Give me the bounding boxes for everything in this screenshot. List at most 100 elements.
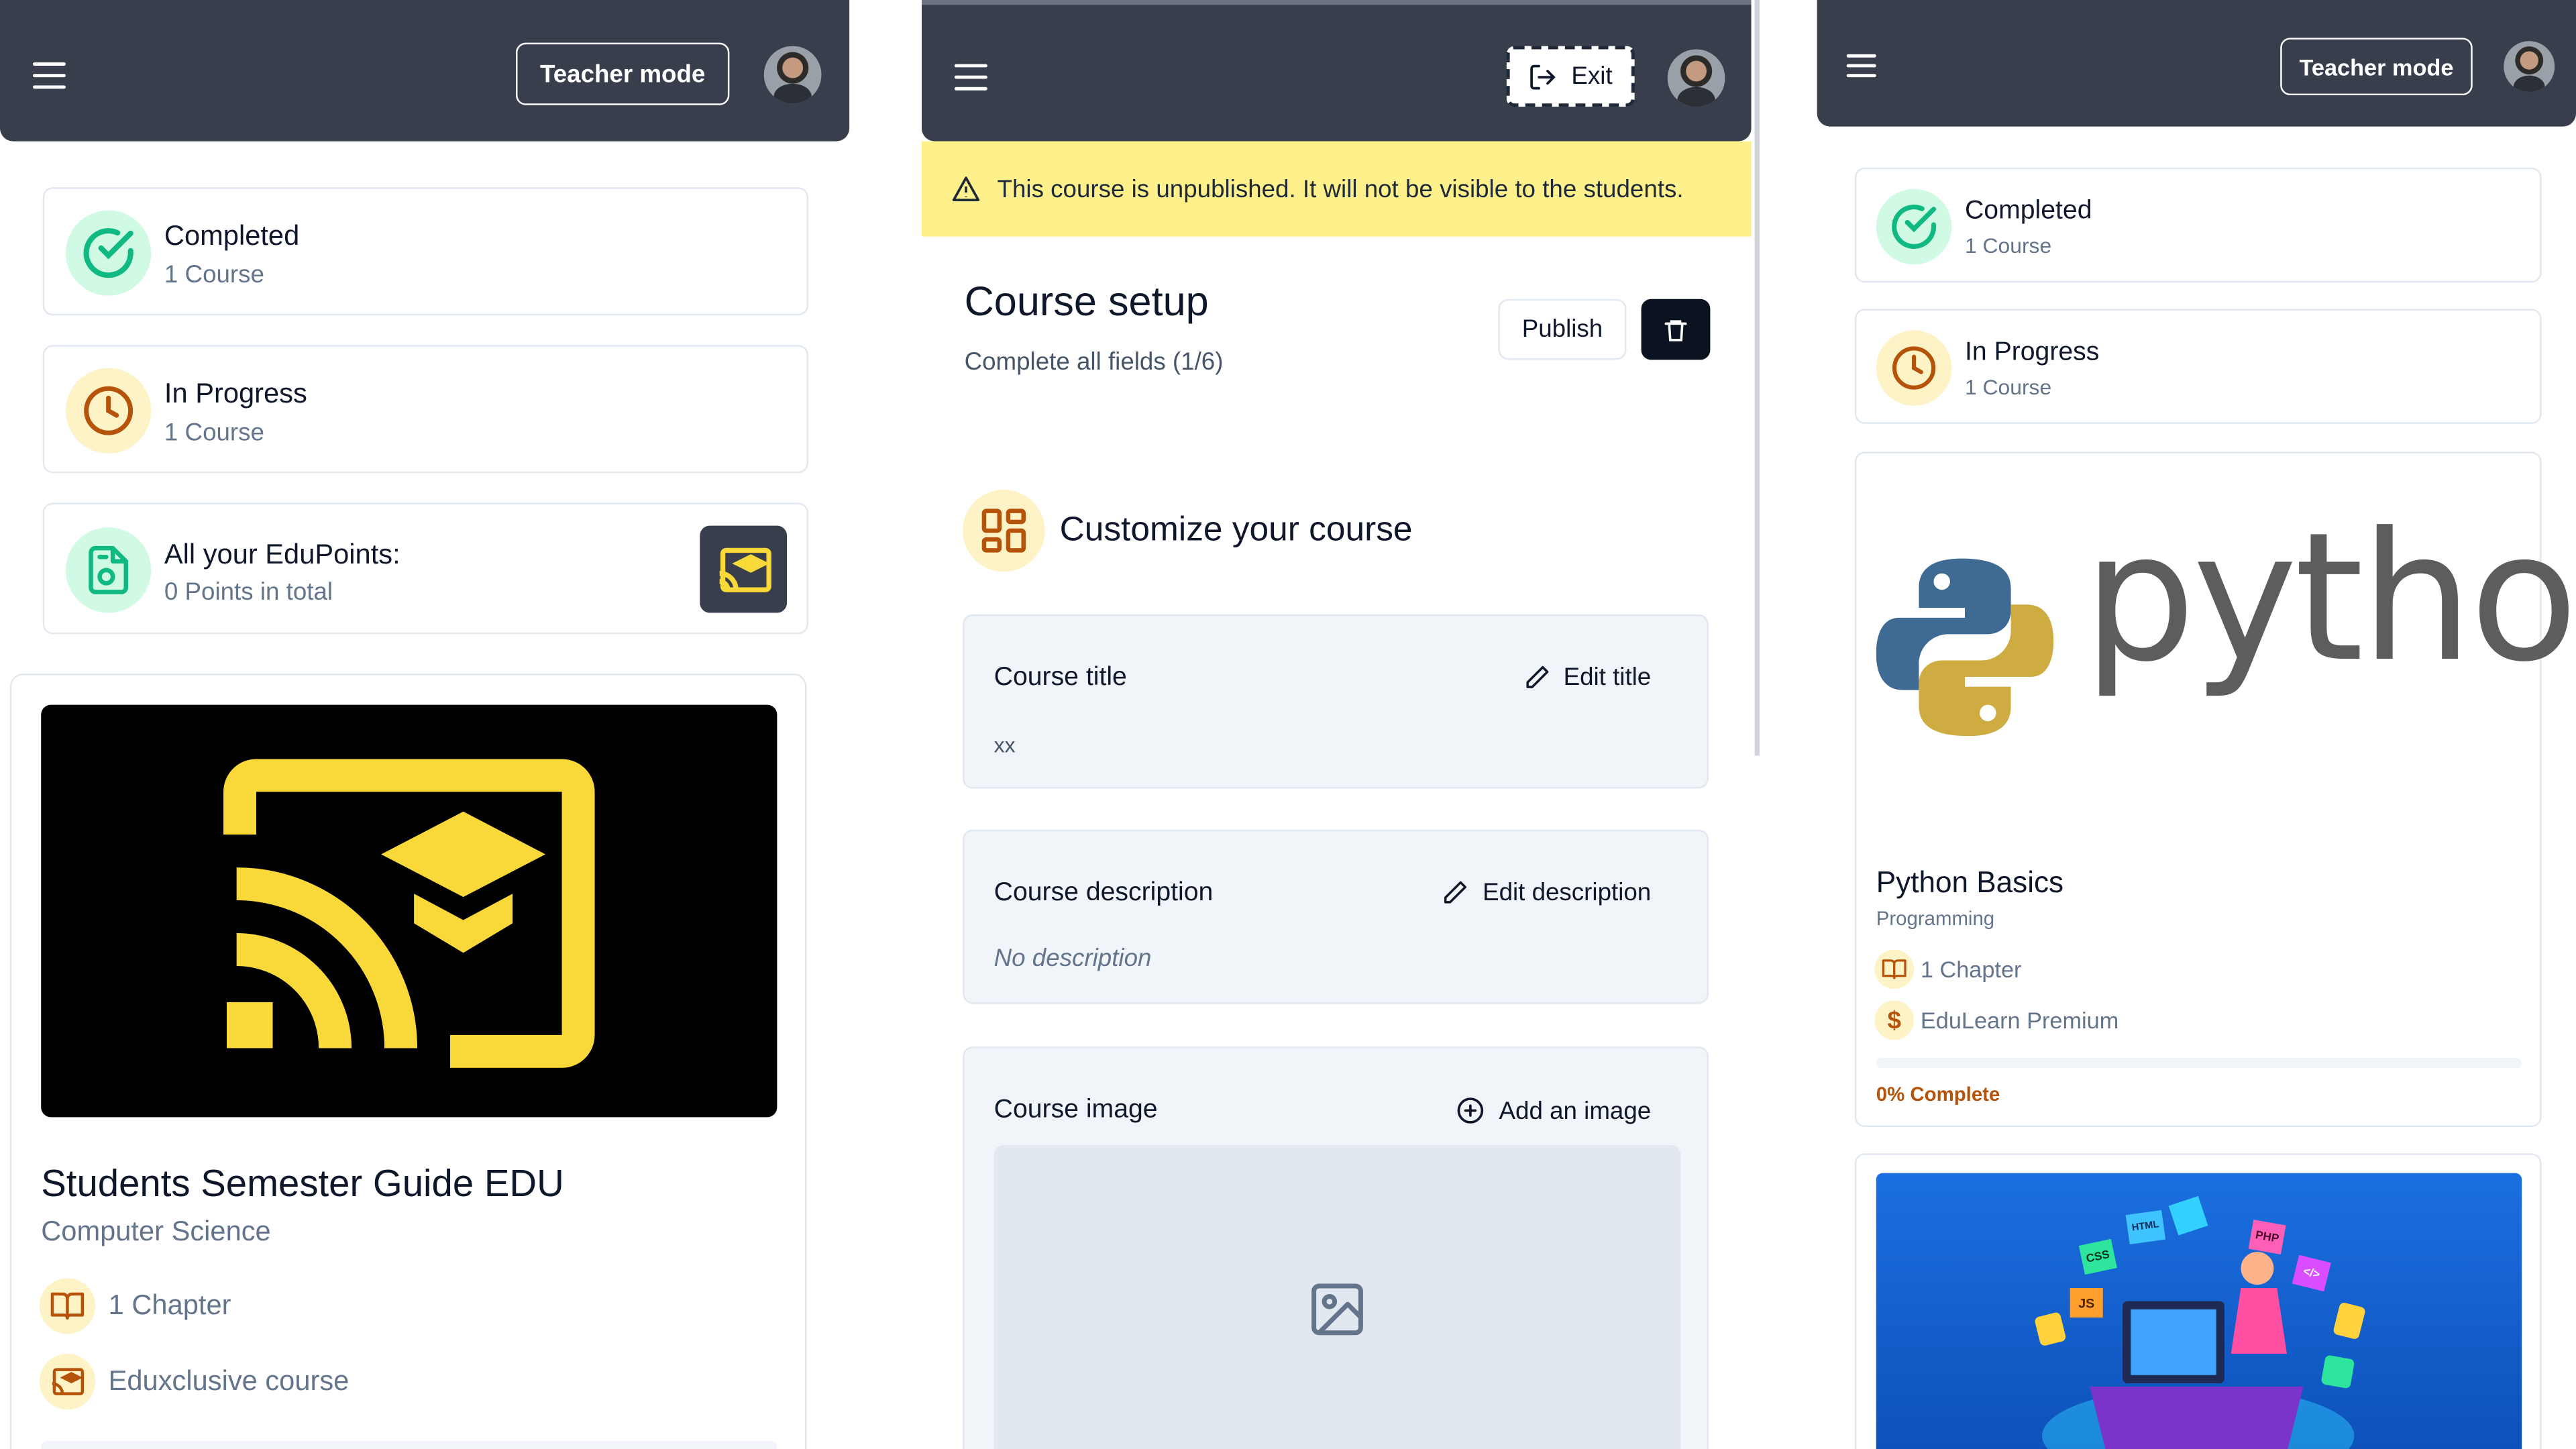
delete-button[interactable] — [1641, 299, 1711, 360]
user-avatar[interactable] — [763, 46, 822, 104]
python-snake-icon — [1876, 558, 2054, 737]
panel-divider — [851, 0, 922, 1449]
book-icon — [1874, 949, 1915, 989]
completed-title: Completed — [164, 220, 300, 252]
user-avatar[interactable] — [1667, 49, 1725, 107]
in-progress-count: 1 Course — [164, 419, 264, 447]
image-icon — [1311, 1283, 1363, 1336]
course-image-label: Course image — [994, 1095, 1158, 1124]
unpublished-banner: This course is unpublished. It will not … — [921, 141, 1752, 237]
html-tag: HTML — [2125, 1210, 2166, 1244]
clock-icon — [1876, 330, 1952, 406]
top-navbar: Exit — [921, 0, 1752, 142]
document-points-icon — [65, 527, 152, 613]
edu-logo-icon[interactable] — [700, 525, 788, 613]
exit-label: Exit — [1571, 62, 1613, 91]
edit-description-button[interactable]: Edit description — [1442, 879, 1651, 907]
in-progress-title: In Progress — [1965, 338, 2100, 367]
python-wordmark: python — [2083, 496, 2576, 702]
progress-label: 0% Complete — [1876, 1082, 2000, 1106]
pencil-icon — [1445, 881, 1468, 904]
warning-triangle-icon — [952, 176, 980, 202]
terminal-icon — [2320, 1354, 2355, 1389]
course-card[interactable]: Students Semester Guide EDU Computer Sci… — [9, 674, 807, 1449]
course-description-field: Course description Edit description No d… — [963, 829, 1709, 1004]
course-category: Programming — [1876, 906, 1995, 930]
python-course-card[interactable]: python Python Basics Programming 1 Chapt… — [1854, 451, 2576, 1128]
completed-title: Completed — [1965, 197, 2092, 225]
course-setup-panel: Exit This course is unpublished. It will… — [921, 0, 1756, 1449]
page-title: Course setup — [964, 279, 1209, 325]
course-progress-bar — [41, 1440, 777, 1449]
course-chapters: 1 Chapter — [108, 1289, 231, 1321]
course-title-label: Course title — [994, 663, 1127, 692]
edupoints-total: 0 Points in total — [164, 578, 333, 606]
check-circle-icon — [1876, 189, 1952, 265]
dollar-icon: $ — [1874, 1000, 1915, 1040]
customize-heading: Customize your course — [1059, 511, 1413, 549]
completed-stat-card: Completed 1 Course — [1854, 167, 2542, 283]
clock-icon — [65, 368, 152, 453]
logout-icon — [1531, 64, 1556, 89]
course-badge-label: Eduxclusive course — [108, 1365, 350, 1397]
edit-title-label: Edit title — [1563, 663, 1652, 692]
edupoints-title: All your EduPoints: — [164, 539, 400, 570]
menu-icon[interactable] — [1846, 54, 1876, 80]
course-category: Computer Science — [41, 1216, 271, 1247]
trash-icon — [1664, 319, 1687, 341]
check-circle-icon — [65, 210, 152, 296]
python-logo: python — [1876, 510, 2576, 749]
edupoints-stat-card: All your EduPoints: 0 Points in total — [42, 502, 808, 635]
panel-divider — [1751, 0, 1817, 1449]
in-progress-title: In Progress — [164, 378, 307, 409]
in-progress-stat-card: In Progress 1 Course — [1854, 309, 2542, 424]
add-image-label: Add an image — [1499, 1096, 1652, 1125]
teacher-mode-button[interactable]: Teacher mode — [515, 42, 730, 105]
course-progress-bar — [1876, 1058, 2522, 1068]
publish-button[interactable]: Publish — [1498, 299, 1627, 360]
top-navbar: Teacher mode — [0, 0, 850, 142]
pencil-icon — [1525, 665, 1548, 688]
course-title: Python Basics — [1876, 865, 2064, 899]
top-navbar: Teacher mode — [1817, 0, 2576, 127]
edit-description-label: Edit description — [1483, 879, 1652, 907]
course-thumbnail — [41, 704, 777, 1118]
student-dashboard-panel-python: Teacher mode Completed 1 Course In Progr… — [1817, 0, 2576, 1449]
php-tag: PHP — [2248, 1220, 2286, 1255]
completed-count: 1 Course — [1965, 233, 2052, 258]
teacher-mode-button[interactable]: Teacher mode — [2280, 38, 2473, 96]
course-description-label: Course description — [994, 879, 1214, 907]
plus-circle-icon — [1458, 1097, 1485, 1124]
in-progress-count: 1 Course — [1965, 374, 2052, 400]
exit-button[interactable]: Exit — [1506, 46, 1635, 107]
course-title-field: Course title Edit title xx — [963, 614, 1709, 789]
image-placeholder[interactable] — [994, 1144, 1681, 1449]
completion-status: Complete all fields (1/6) — [964, 348, 1224, 376]
course-title-value: xx — [994, 733, 1016, 757]
user-avatar[interactable] — [2504, 41, 2555, 93]
in-progress-stat-card: In Progress 1 Course — [42, 345, 808, 474]
banner-text: This course is unpublished. It will not … — [997, 174, 1684, 203]
add-image-button[interactable]: Add an image — [1456, 1095, 1651, 1125]
edit-title-button[interactable]: Edit title — [1522, 663, 1651, 692]
menu-icon[interactable] — [954, 64, 987, 91]
edu-broadcast-logo-icon — [223, 758, 595, 1067]
menu-icon[interactable] — [32, 62, 66, 89]
eduxclusive-icon — [39, 1353, 96, 1410]
js-tag: JS — [2070, 1288, 2103, 1318]
web-dev-course-card[interactable]: CSS HTML JS PHP </> — [1854, 1153, 2542, 1449]
course-description-value: No description — [994, 945, 1152, 973]
course-title: Students Semester Guide EDU — [41, 1161, 564, 1205]
course-image-field: Course image Add an image — [963, 1046, 1709, 1449]
developer-desk-illustration — [2042, 1195, 2355, 1449]
course-price-tier: EduLearn Premium — [1920, 1007, 2119, 1034]
student-dashboard-panel: Teacher mode Completed 1 Course In Progr… — [0, 0, 851, 1449]
course-chapters: 1 Chapter — [1920, 956, 2022, 983]
completed-count: 1 Course — [164, 261, 264, 290]
completed-stat-card: Completed 1 Course — [42, 187, 808, 316]
layout-dashboard-icon — [963, 489, 1045, 572]
web-dev-illustration: CSS HTML JS PHP </> — [1876, 1173, 2522, 1449]
scrollbar-thumb[interactable] — [1754, 0, 1760, 756]
book-icon — [39, 1278, 96, 1334]
screenshot-stage: Teacher mode Completed 1 Course In Progr… — [0, 0, 2576, 1449]
